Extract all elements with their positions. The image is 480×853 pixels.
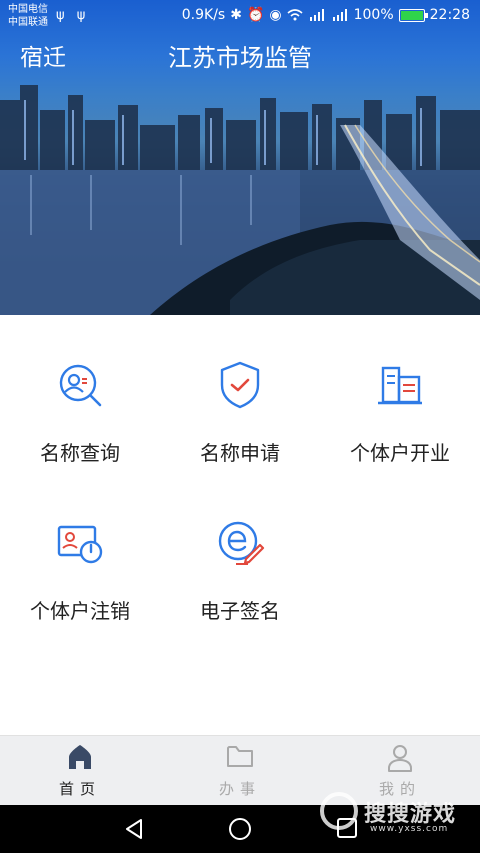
service-e-signature[interactable]: 电子签名	[160, 503, 320, 663]
watermark-circle-icon	[320, 792, 358, 830]
nav-label-services: 办事	[218, 780, 261, 798]
home-button-icon[interactable]	[228, 817, 252, 841]
e-signature-icon	[218, 521, 265, 565]
watermark-url: www.yxss.com	[370, 824, 449, 834]
service-label: 个体户注销	[30, 599, 130, 623]
carrier-names: 中国电信 中国联通	[8, 3, 48, 29]
carrier-2: 中国联通	[8, 17, 48, 28]
service-name-apply[interactable]: 名称申请	[160, 345, 320, 505]
back-icon[interactable]	[122, 817, 146, 841]
shield-check-icon	[220, 361, 260, 409]
service-label: 电子签名	[200, 599, 280, 623]
home-icon	[69, 745, 91, 769]
service-grid: 名称查询 名称申请 个体户开业 个体户注销 电子签名	[0, 315, 480, 735]
status-indicators: 0.9K/s ✱ ⏰ ◉ 100% 22:28	[182, 7, 470, 23]
page-title: 江苏市场监管	[168, 44, 312, 72]
bluetooth-icon: ✱	[230, 7, 242, 23]
service-business-open[interactable]: 个体户开业	[320, 345, 480, 505]
building-icon	[378, 366, 422, 405]
service-label: 个体户开业	[350, 441, 450, 465]
battery-icon	[398, 8, 428, 22]
watermark-logo: 搜搜游戏 www.yxss.com	[320, 786, 470, 846]
clock: 22:28	[429, 7, 470, 23]
service-label: 名称申请	[200, 441, 280, 465]
alarm-icon: ⏰	[246, 7, 265, 23]
eye-comfort-icon: ◉	[269, 7, 282, 23]
service-business-cancel[interactable]: 个体户注销	[0, 503, 160, 663]
city-selector[interactable]: 宿迁	[20, 38, 66, 72]
carrier-1: 中国电信	[8, 4, 48, 15]
battery-percent: 100%	[353, 7, 394, 23]
id-card-power-icon	[57, 525, 103, 564]
folder-icon	[227, 746, 253, 767]
signal-icon-1	[309, 9, 324, 21]
nav-tab-services[interactable]: 办事	[160, 736, 320, 806]
wifi-icon	[287, 9, 303, 21]
network-speed: 0.9K/s	[181, 7, 226, 23]
nav-label-home: 首页	[58, 780, 101, 798]
name-search-icon	[59, 364, 102, 407]
usb-icon: ψ ψ	[56, 8, 90, 23]
signal-icon-2	[332, 9, 347, 21]
nav-tab-home[interactable]: 首页	[0, 736, 160, 806]
service-label: 名称查询	[40, 441, 120, 465]
status-bar: 中国电信 中国联通 ψ ψ 0.9K/s ✱ ⏰ ◉ 100% 22:28	[0, 0, 480, 34]
user-icon	[388, 745, 412, 772]
service-name-search[interactable]: 名称查询	[0, 345, 160, 505]
